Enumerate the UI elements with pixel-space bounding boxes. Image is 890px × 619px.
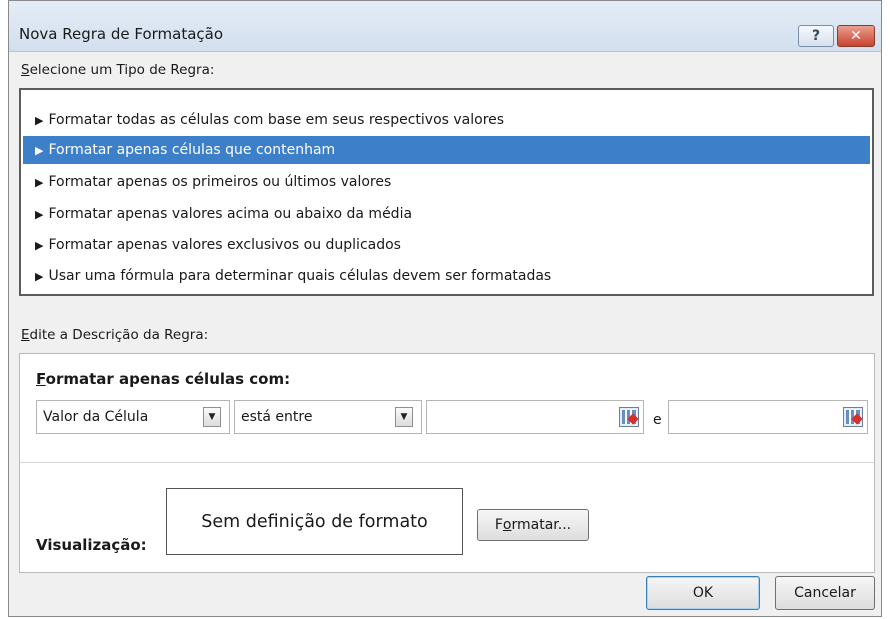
rule-description-panel: Formatar apenas células com: Valor da Cé… <box>19 353 875 573</box>
rule-item-above-below-average[interactable]: ▶ Formatar apenas valores acima ou abaixo… <box>23 200 870 228</box>
title-bar: Nova Regra de Formatação ? ✕ <box>9 1 881 52</box>
format-button[interactable]: Fo rmatar... <box>477 509 589 541</box>
range-selector-icon[interactable] <box>619 407 639 427</box>
rule-item-cells-that-contain[interactable]: ▶ Formatar apenas células que contenham <box>23 136 870 164</box>
format-cells-heading: Formatar apenas células com: <box>36 370 291 388</box>
triangle-right-icon: ▶ <box>35 269 44 283</box>
rule-item-use-formula[interactable]: ▶ Usar uma fórmula para determinar quais … <box>23 262 870 290</box>
value1-input[interactable] <box>426 400 644 434</box>
chevron-down-icon[interactable]: ▼ <box>203 407 221 427</box>
preview-label: Visualização: <box>36 536 147 554</box>
rule-item-top-bottom[interactable]: ▶ Formatar apenas os primeiros ou últimos… <box>23 168 870 196</box>
divider <box>20 462 874 463</box>
close-icon: ✕ <box>850 28 862 44</box>
triangle-right-icon: ▶ <box>35 143 44 157</box>
preview-box: Sem definição de formato <box>166 488 463 555</box>
new-formatting-rule-dialog: Nova Regra de Formatação ? ✕ Selecione u… <box>8 0 882 617</box>
close-button[interactable]: ✕ <box>837 25 875 47</box>
operator-dropdown[interactable]: está entre ▼ <box>234 400 422 434</box>
triangle-right-icon: ▶ <box>35 113 44 127</box>
chevron-down-icon[interactable]: ▼ <box>395 407 413 427</box>
rule-type-list[interactable]: ▶ Formatar todas as células com base em s… <box>19 88 874 296</box>
ok-button[interactable]: OK <box>646 576 760 610</box>
triangle-right-icon: ▶ <box>35 207 44 221</box>
and-label: e <box>653 412 662 428</box>
triangle-right-icon: ▶ <box>35 238 44 252</box>
rule-item-all-cells[interactable]: ▶ Formatar todas as células com base em s… <box>23 106 870 134</box>
help-button[interactable]: ? <box>798 25 834 47</box>
triangle-right-icon: ▶ <box>35 175 44 189</box>
cancel-button[interactable]: Cancelar <box>775 576 875 610</box>
rule-type-label: Selecione um Tipo de Regra: <box>21 62 215 78</box>
rule-item-unique-duplicate[interactable]: ▶ Formatar apenas valores exclusivos ou d… <box>23 231 870 259</box>
condition-type-dropdown[interactable]: Valor da Célula ▼ <box>36 400 230 434</box>
value2-input[interactable] <box>668 400 868 434</box>
rule-description-label: Edite a Descrição da Regra: <box>21 327 209 343</box>
dialog-title: Nova Regra de Formatação <box>19 25 224 43</box>
range-selector-icon[interactable] <box>843 407 863 427</box>
